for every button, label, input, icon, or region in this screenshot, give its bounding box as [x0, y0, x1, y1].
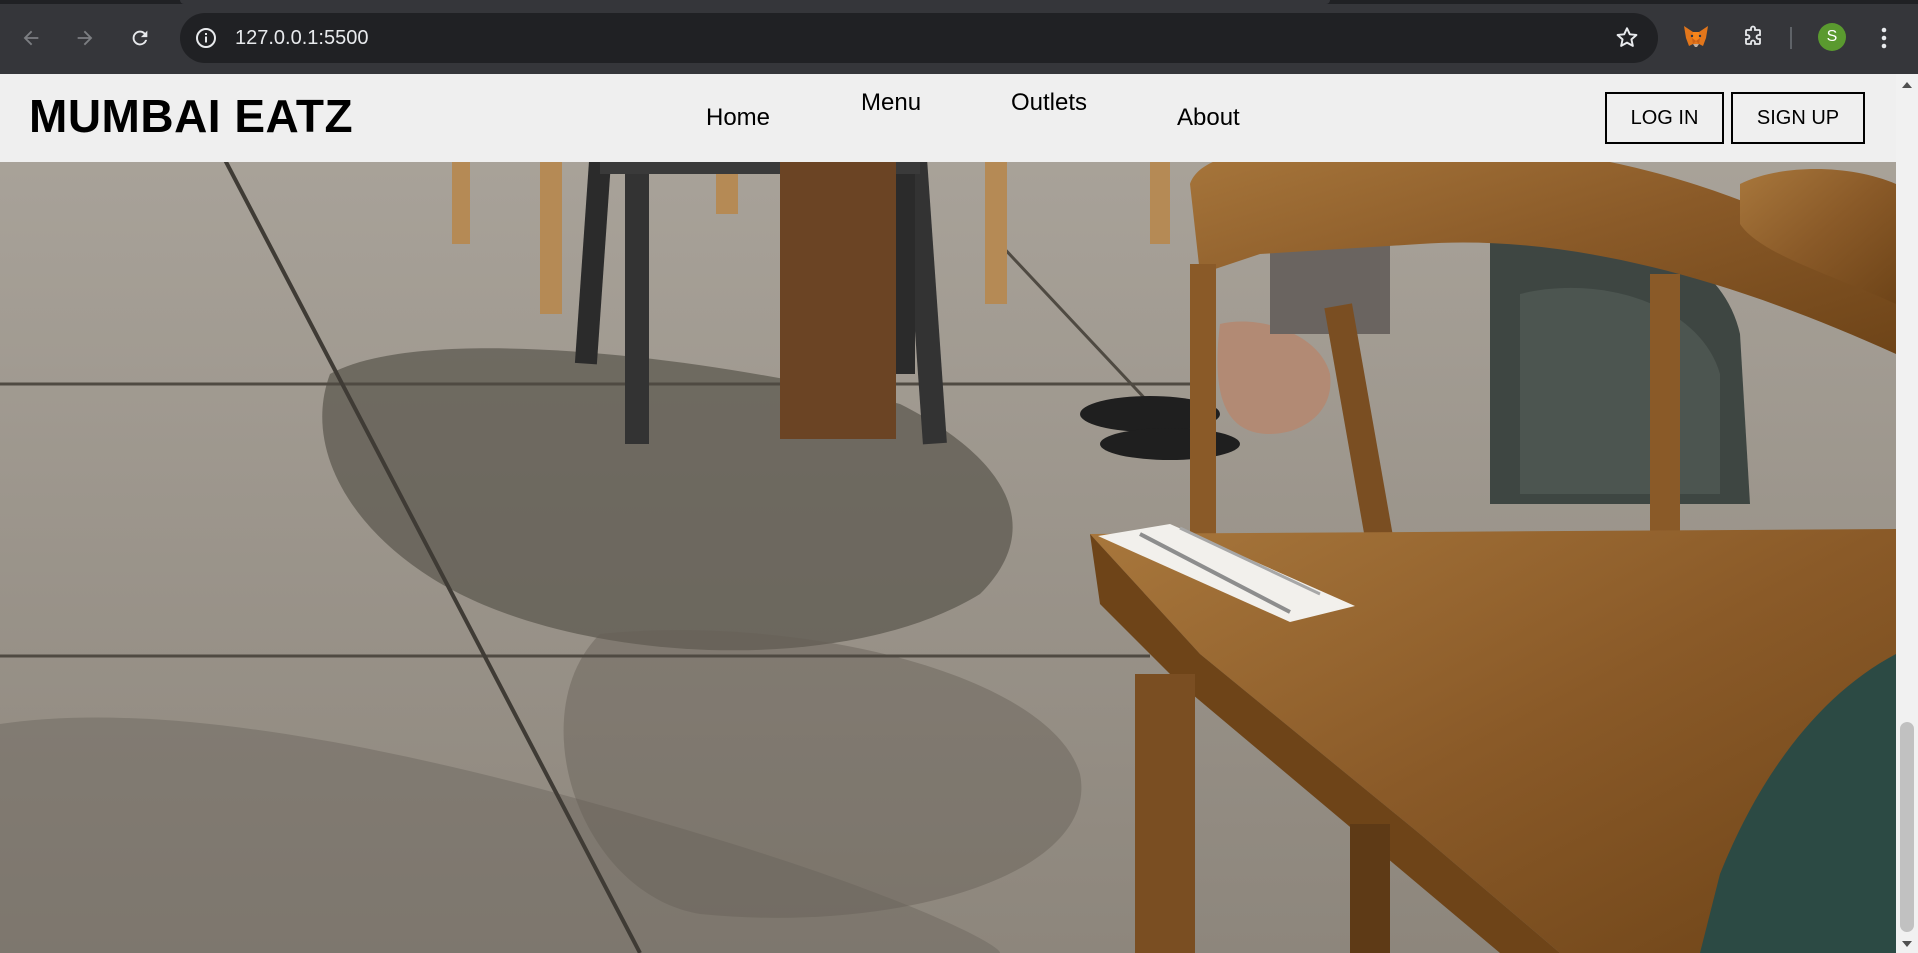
scroll-up-arrow-icon[interactable]: [1902, 82, 1912, 88]
login-button[interactable]: LOG IN: [1605, 92, 1724, 144]
scrollbar-thumb[interactable]: [1900, 722, 1914, 932]
nav-outlets-link[interactable]: Outlets: [1011, 89, 1087, 117]
profile-avatar[interactable]: S: [1818, 23, 1846, 51]
extensions-button[interactable]: [1737, 20, 1769, 54]
star-icon[interactable]: [1614, 25, 1640, 51]
active-tab[interactable]: [180, 0, 1330, 4]
arrow-right-icon: [77, 30, 93, 46]
toolbar-separator: [1790, 27, 1792, 49]
kebab-menu-icon[interactable]: [1872, 24, 1896, 52]
nav-about-link[interactable]: About: [1177, 104, 1240, 132]
hero-background-image: [0, 74, 1896, 953]
tab-strip: [0, 0, 1918, 4]
puzzle-icon: [1745, 25, 1761, 45]
nav-menu-link[interactable]: Menu: [861, 89, 921, 117]
scroll-down-arrow-icon[interactable]: [1902, 941, 1912, 947]
url-text[interactable]: 127.0.0.1:5500: [235, 27, 368, 49]
browser-toolbar: 127.0.0.1:5500 S: [0, 0, 1918, 74]
forward-button[interactable]: [69, 22, 101, 54]
reload-icon: [132, 30, 148, 46]
page-scrollbar[interactable]: [1896, 74, 1918, 953]
site-header: MUMBAI EATZ Home Menu Outlets About LOG …: [0, 74, 1896, 162]
page-viewport: MUMBAI EATZ Home Menu Outlets About LOG …: [0, 74, 1918, 953]
arrow-left-icon: [23, 30, 39, 46]
nav-home-link[interactable]: Home: [706, 104, 770, 132]
address-bar[interactable]: 127.0.0.1:5500: [180, 13, 1658, 63]
reload-button[interactable]: [124, 22, 156, 54]
fox-icon: [1684, 26, 1708, 47]
signup-button[interactable]: SIGN UP: [1731, 92, 1865, 144]
info-icon[interactable]: [194, 26, 218, 50]
metamask-extension-button[interactable]: [1680, 20, 1712, 54]
back-button[interactable]: [15, 22, 47, 54]
site-logo[interactable]: MUMBAI EATZ: [29, 91, 353, 141]
